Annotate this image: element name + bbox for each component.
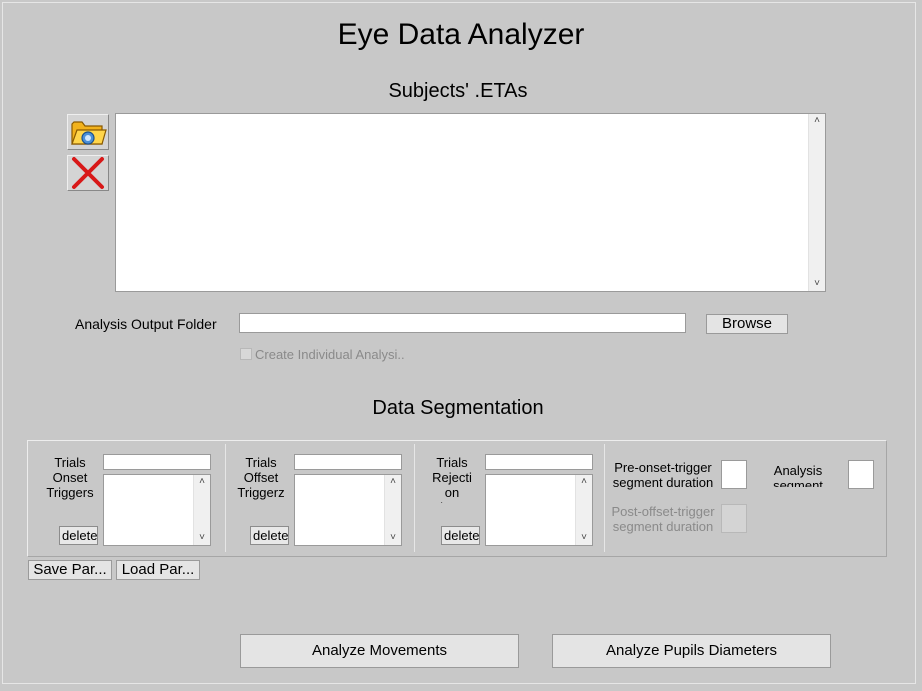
rejection-trigger-input[interactable] (485, 454, 593, 470)
onset-triggers-list[interactable]: ˄ ˅ (103, 474, 211, 546)
scroll-up-icon[interactable]: ˄ (199, 475, 205, 489)
scroll-down-icon[interactable]: ˅ (199, 531, 205, 545)
rejection-triggers-label: Trials Rejecti on Triggers (428, 455, 475, 503)
pre-onset-duration-label: Pre-onset-trigger segment duration (ms) (612, 460, 714, 492)
onset-trigger-input[interactable] (103, 454, 211, 470)
post-offset-duration-label: Post-offset-trigger segment duration (ms… (611, 504, 715, 536)
folder-open-icon (71, 121, 107, 145)
add-subject-button[interactable] (67, 114, 109, 150)
subjects-list[interactable]: ˄ ˅ (115, 113, 826, 292)
scroll-up-icon[interactable]: ˄ (390, 475, 396, 489)
create-individual-analysis-label: Create Individual Analysi.. (255, 347, 405, 362)
offset-trigger-input[interactable] (294, 454, 402, 470)
offset-delete-button[interactable]: delete (250, 526, 289, 545)
panel-divider (414, 444, 415, 552)
remove-subject-button[interactable] (67, 155, 109, 191)
post-offset-duration-input[interactable] (721, 504, 747, 533)
app-title: Eye Data Analyzer (337, 18, 585, 51)
analyze-pupils-diameters-button[interactable]: Analyze Pupils Diameters (552, 634, 831, 668)
offset-triggers-list[interactable]: ˄ ˅ (294, 474, 402, 546)
analyze-movements-button[interactable]: Analyze Movements (240, 634, 519, 668)
rejection-triggers-scrollbar[interactable]: ˄ ˅ (575, 475, 592, 545)
save-parameters-button[interactable]: Save Par... (28, 560, 112, 580)
scroll-up-icon[interactable]: ˄ (581, 475, 587, 489)
rejection-delete-button[interactable]: delete (441, 526, 480, 545)
offset-triggers-label: Trials Offset Triggerz (237, 455, 285, 500)
onset-triggers-label: Trials Onset Triggers (46, 455, 94, 500)
onset-triggers-scrollbar[interactable]: ˄ ˅ (193, 475, 210, 545)
analysis-segment-input[interactable] (848, 460, 874, 489)
create-individual-analysis-checkbox[interactable] (240, 348, 252, 360)
analysis-segment-label: Analysis segment (773, 463, 823, 487)
scroll-down-icon[interactable]: ˅ (814, 277, 820, 291)
subjects-heading: Subjects' .ETAs (388, 80, 528, 102)
browse-button[interactable]: Browse (706, 314, 788, 334)
rejection-triggers-list[interactable]: ˄ ˅ (485, 474, 593, 546)
load-parameters-button[interactable]: Load Par... (116, 560, 200, 580)
onset-delete-button[interactable]: delete (59, 526, 98, 545)
offset-triggers-scrollbar[interactable]: ˄ ˅ (384, 475, 401, 545)
output-folder-label: Analysis Output Folder (75, 316, 217, 332)
window-frame (2, 2, 916, 684)
panel-divider (225, 444, 226, 552)
segmentation-heading: Data Segmentation (372, 397, 544, 419)
red-x-delete-icon (72, 157, 104, 189)
panel-divider (604, 444, 605, 552)
scroll-up-icon[interactable]: ˄ (814, 114, 820, 128)
scroll-down-icon[interactable]: ˅ (390, 531, 396, 545)
output-folder-input[interactable] (239, 313, 686, 333)
pre-onset-duration-input[interactable] (721, 460, 747, 489)
subjects-list-scrollbar[interactable]: ˄ ˅ (808, 114, 825, 291)
scroll-down-icon[interactable]: ˅ (581, 531, 587, 545)
